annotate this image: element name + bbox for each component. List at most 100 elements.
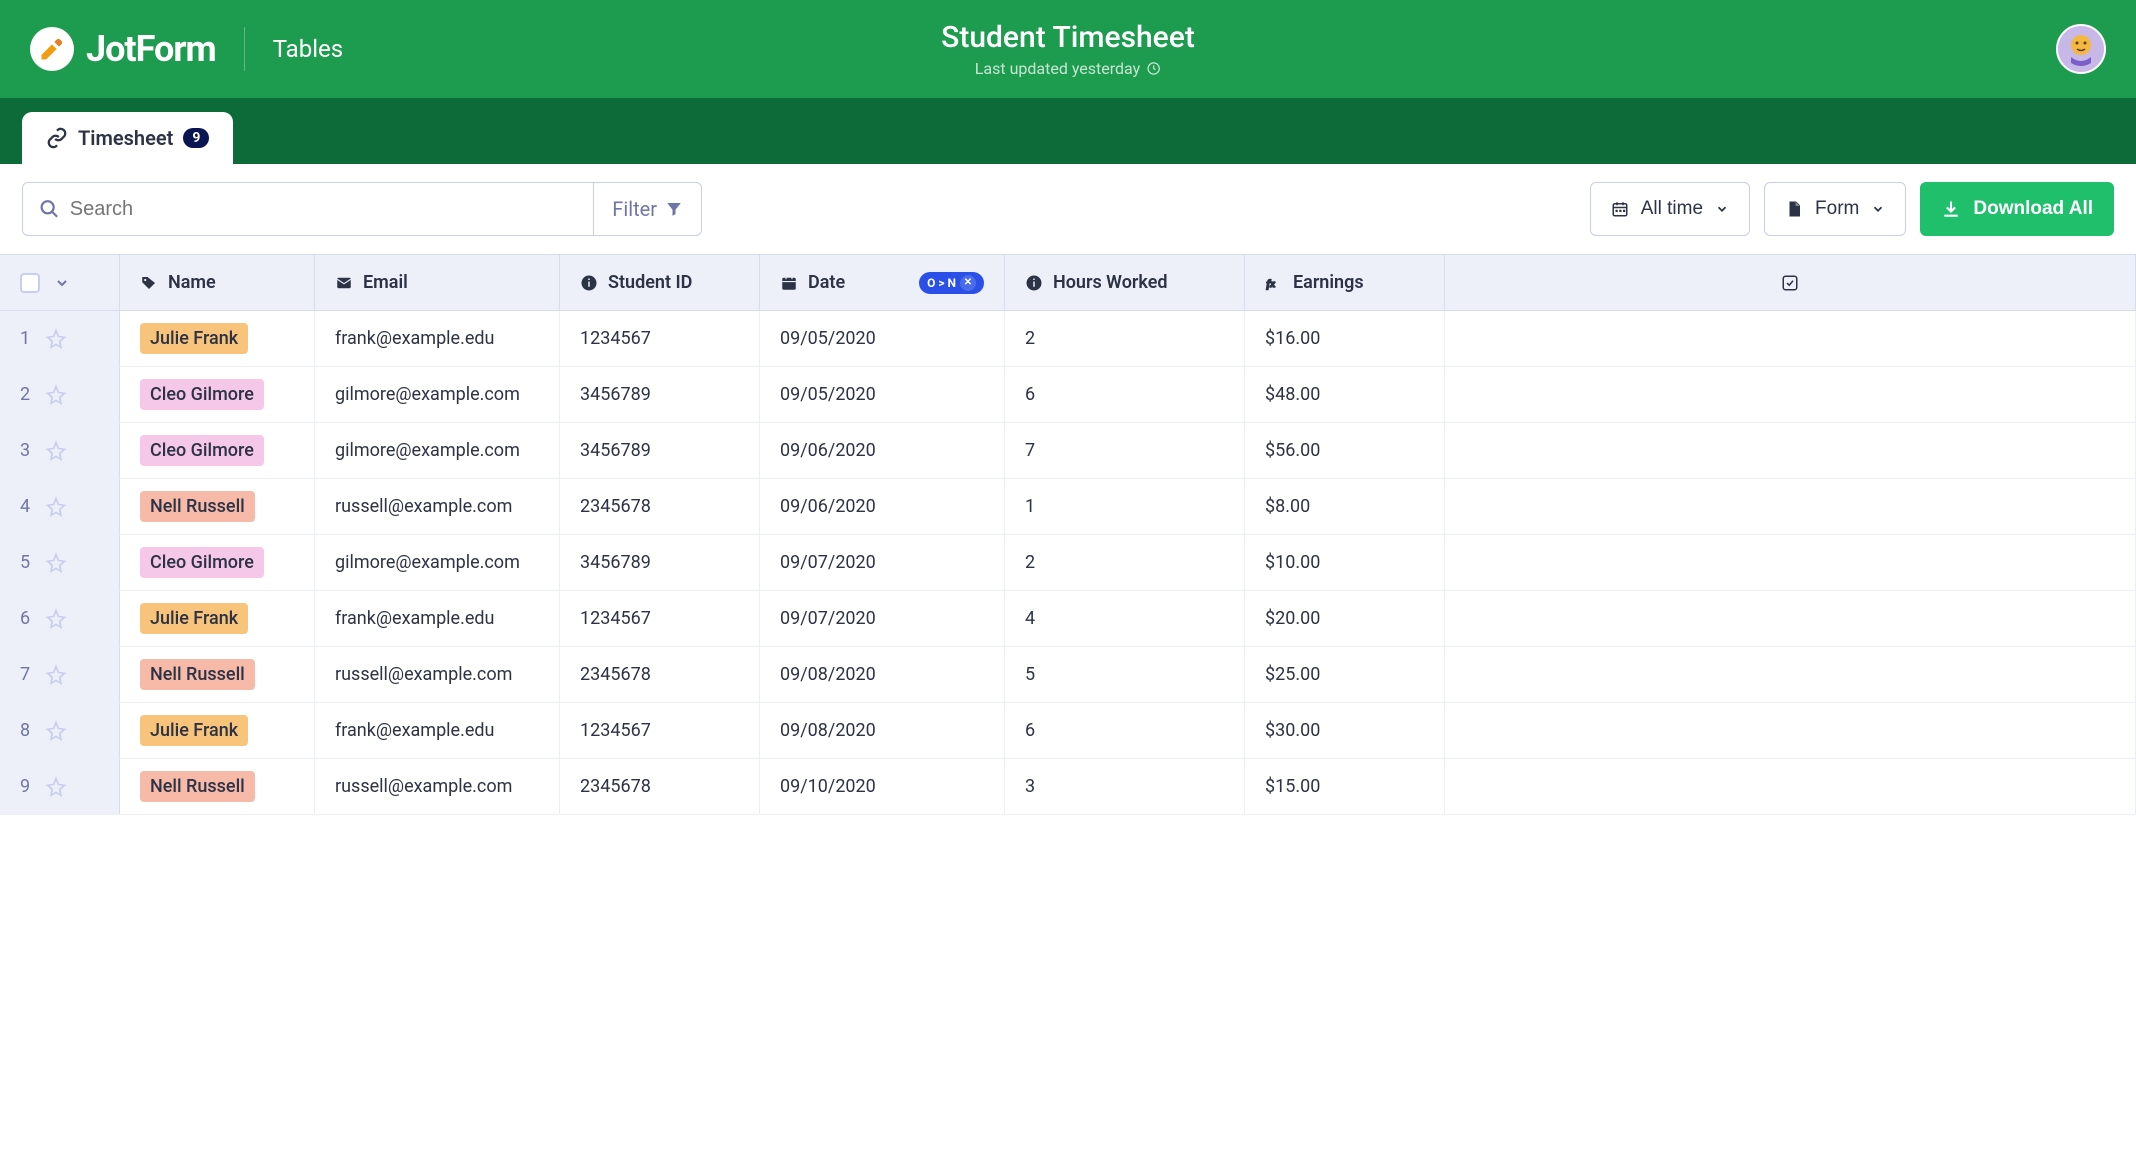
hours-cell[interactable]: 5 (1005, 647, 1245, 702)
download-all-button[interactable]: Download All (1920, 182, 2114, 236)
hours-cell[interactable]: 6 (1005, 367, 1245, 422)
name-cell[interactable]: Nell Russell (120, 759, 315, 814)
star-icon[interactable] (46, 777, 66, 797)
table-row[interactable]: 3 Cleo Gilmore gilmore@example.com 34567… (0, 423, 2136, 479)
extra-cell[interactable] (1445, 479, 2136, 534)
search-box[interactable] (23, 183, 593, 235)
hours-cell[interactable]: 3 (1005, 759, 1245, 814)
select-all-checkbox[interactable] (20, 273, 40, 293)
email-cell[interactable]: gilmore@example.com (315, 423, 560, 478)
date-cell[interactable]: 09/08/2020 (760, 647, 1005, 702)
date-cell[interactable]: 09/05/2020 (760, 311, 1005, 366)
student-id-cell[interactable]: 1234567 (560, 311, 760, 366)
earnings-cell[interactable]: $16.00 (1245, 311, 1445, 366)
student-id-cell[interactable]: 3456789 (560, 423, 760, 478)
close-icon[interactable]: ✕ (960, 275, 976, 291)
star-icon[interactable] (46, 609, 66, 629)
table-row[interactable]: 4 Nell Russell russell@example.com 23456… (0, 479, 2136, 535)
table-row[interactable]: 2 Cleo Gilmore gilmore@example.com 34567… (0, 367, 2136, 423)
email-cell[interactable]: frank@example.edu (315, 703, 560, 758)
earnings-cell[interactable]: $15.00 (1245, 759, 1445, 814)
email-cell[interactable]: russell@example.com (315, 647, 560, 702)
date-cell[interactable]: 09/06/2020 (760, 423, 1005, 478)
extra-cell[interactable] (1445, 367, 2136, 422)
date-cell[interactable]: 09/10/2020 (760, 759, 1005, 814)
table-row[interactable]: 8 Julie Frank frank@example.edu 1234567 … (0, 703, 2136, 759)
header-extra[interactable] (1445, 255, 2136, 310)
hours-cell[interactable]: 2 (1005, 535, 1245, 590)
extra-cell[interactable] (1445, 535, 2136, 590)
header-hours[interactable]: Hours Worked (1005, 255, 1245, 310)
table-row[interactable]: 1 Julie Frank frank@example.edu 1234567 … (0, 311, 2136, 367)
email-cell[interactable]: gilmore@example.com (315, 535, 560, 590)
document-title[interactable]: Student Timesheet (941, 20, 1195, 55)
extra-cell[interactable] (1445, 311, 2136, 366)
date-cell[interactable]: 09/08/2020 (760, 703, 1005, 758)
hours-cell[interactable]: 4 (1005, 591, 1245, 646)
earnings-cell[interactable]: $25.00 (1245, 647, 1445, 702)
star-icon[interactable] (46, 721, 66, 741)
earnings-cell[interactable]: $56.00 (1245, 423, 1445, 478)
header-student-id[interactable]: Student ID (560, 255, 760, 310)
student-id-cell[interactable]: 2345678 (560, 479, 760, 534)
extra-cell[interactable] (1445, 647, 2136, 702)
email-cell[interactable]: russell@example.com (315, 479, 560, 534)
name-cell[interactable]: Julie Frank (120, 703, 315, 758)
earnings-cell[interactable]: $48.00 (1245, 367, 1445, 422)
star-icon[interactable] (46, 497, 66, 517)
star-icon[interactable] (46, 665, 66, 685)
email-cell[interactable]: frank@example.edu (315, 591, 560, 646)
header-email[interactable]: Email (315, 255, 560, 310)
header-date[interactable]: Date O > N ✕ (760, 255, 1005, 310)
name-cell[interactable]: Nell Russell (120, 479, 315, 534)
time-range-dropdown[interactable]: All time (1590, 182, 1750, 236)
student-id-cell[interactable]: 2345678 (560, 647, 760, 702)
name-cell[interactable]: Cleo Gilmore (120, 367, 315, 422)
sort-indicator[interactable]: O > N ✕ (919, 272, 984, 294)
search-input[interactable] (70, 198, 578, 221)
filter-button[interactable]: Filter (593, 183, 701, 235)
date-cell[interactable]: 09/07/2020 (760, 591, 1005, 646)
student-id-cell[interactable]: 2345678 (560, 759, 760, 814)
star-icon[interactable] (46, 385, 66, 405)
hours-cell[interactable]: 2 (1005, 311, 1245, 366)
date-cell[interactable]: 09/06/2020 (760, 479, 1005, 534)
earnings-cell[interactable]: $30.00 (1245, 703, 1445, 758)
extra-cell[interactable] (1445, 759, 2136, 814)
extra-cell[interactable] (1445, 703, 2136, 758)
form-dropdown[interactable]: Form (1764, 182, 1906, 236)
email-cell[interactable]: gilmore@example.com (315, 367, 560, 422)
hours-cell[interactable]: 7 (1005, 423, 1245, 478)
star-icon[interactable] (46, 553, 66, 573)
date-cell[interactable]: 09/05/2020 (760, 367, 1005, 422)
extra-cell[interactable] (1445, 423, 2136, 478)
name-cell[interactable]: Julie Frank (120, 311, 315, 366)
header-name[interactable]: Name (120, 255, 315, 310)
earnings-cell[interactable]: $20.00 (1245, 591, 1445, 646)
hours-cell[interactable]: 6 (1005, 703, 1245, 758)
table-row[interactable]: 9 Nell Russell russell@example.com 23456… (0, 759, 2136, 815)
chevron-down-icon[interactable] (54, 275, 70, 291)
tab-timesheet[interactable]: Timesheet 9 (22, 112, 233, 164)
student-id-cell[interactable]: 3456789 (560, 535, 760, 590)
user-avatar[interactable] (2056, 24, 2106, 74)
student-id-cell[interactable]: 3456789 (560, 367, 760, 422)
name-cell[interactable]: Julie Frank (120, 591, 315, 646)
star-icon[interactable] (46, 441, 66, 461)
name-cell[interactable]: Nell Russell (120, 647, 315, 702)
student-id-cell[interactable]: 1234567 (560, 591, 760, 646)
date-cell[interactable]: 09/07/2020 (760, 535, 1005, 590)
earnings-cell[interactable]: $10.00 (1245, 535, 1445, 590)
star-icon[interactable] (46, 329, 66, 349)
extra-cell[interactable] (1445, 591, 2136, 646)
logo[interactable]: JotForm (30, 27, 216, 71)
email-cell[interactable]: frank@example.edu (315, 311, 560, 366)
table-row[interactable]: 7 Nell Russell russell@example.com 23456… (0, 647, 2136, 703)
email-cell[interactable]: russell@example.com (315, 759, 560, 814)
student-id-cell[interactable]: 1234567 (560, 703, 760, 758)
earnings-cell[interactable]: $8.00 (1245, 479, 1445, 534)
table-row[interactable]: 6 Julie Frank frank@example.edu 1234567 … (0, 591, 2136, 647)
name-cell[interactable]: Cleo Gilmore (120, 423, 315, 478)
hours-cell[interactable]: 1 (1005, 479, 1245, 534)
header-earnings[interactable]: fx Earnings (1245, 255, 1445, 310)
